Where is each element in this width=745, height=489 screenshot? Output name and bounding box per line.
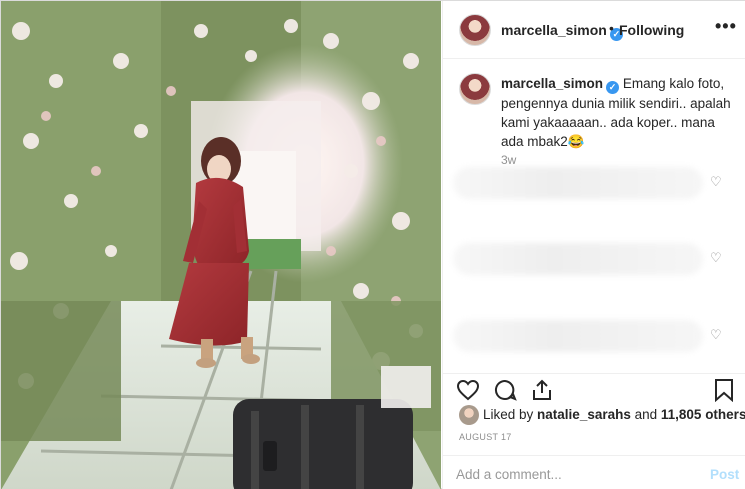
share-icon[interactable]	[530, 378, 554, 402]
comment-row: ♡	[443, 314, 745, 360]
likes-count[interactable]: 11,805 others	[661, 407, 745, 422]
post-modal: marcella_simon ✓ • Following ••• marcella…	[0, 0, 745, 489]
post-date[interactable]: AUGUST 17	[459, 432, 512, 442]
caption-username[interactable]: marcella_simon	[501, 76, 603, 91]
comment-like-icon[interactable]: ♡	[710, 250, 722, 266]
caption-avatar[interactable]	[459, 73, 491, 105]
comment-row: ♡	[443, 161, 745, 207]
likes-text: Liked by natalie_sarahs and 11,805 other…	[483, 407, 745, 422]
comment-input[interactable]	[456, 464, 676, 484]
comment-box: Post	[443, 455, 745, 489]
liker-avatar[interactable]	[459, 405, 479, 425]
comment-row: ♡	[443, 237, 745, 283]
liker-username[interactable]: natalie_sarahs	[537, 407, 631, 422]
comment-like-icon[interactable]: ♡	[710, 174, 722, 190]
header-separator: •	[609, 20, 614, 36]
post-comment-button[interactable]: Post	[710, 467, 739, 482]
comment-like-icon[interactable]: ♡	[710, 327, 722, 343]
post-photo[interactable]	[1, 1, 441, 489]
action-bar	[443, 373, 745, 403]
heart-outline-icon[interactable]	[456, 378, 480, 402]
photo-illustration	[1, 1, 441, 489]
comment-bubble-icon[interactable]	[493, 378, 517, 402]
caption-text: marcella_simon ✓ Emang kalo foto, pengenn…	[501, 74, 733, 151]
author-avatar[interactable]	[459, 14, 491, 46]
post-header: marcella_simon ✓ • Following •••	[443, 1, 745, 59]
suitcase	[233, 399, 413, 489]
more-options-icon[interactable]: •••	[715, 16, 737, 37]
post-sidebar: marcella_simon ✓ • Following ••• marcella…	[442, 1, 745, 489]
author-username[interactable]: marcella_simon ✓	[501, 22, 623, 41]
blurred-comment	[453, 243, 703, 275]
caption-verified-badge-icon: ✓	[606, 81, 620, 94]
blurred-comment	[453, 167, 703, 199]
blurred-comment	[453, 320, 703, 352]
following-button[interactable]: Following	[619, 22, 684, 38]
bookmark-icon[interactable]	[713, 378, 735, 402]
